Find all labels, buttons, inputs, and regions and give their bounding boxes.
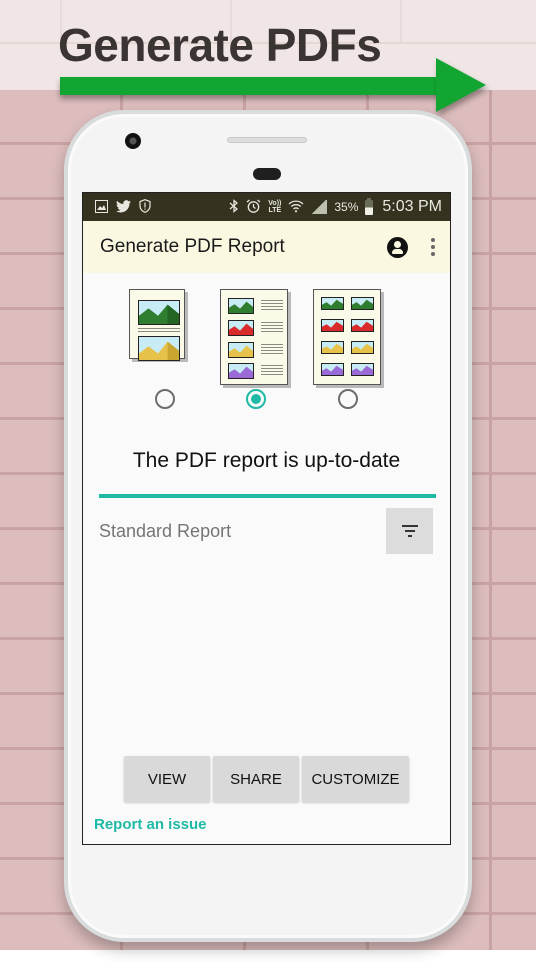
thumbnail-image-icon xyxy=(138,336,180,361)
twitter-icon xyxy=(116,199,131,215)
report-status-text: The PDF report is up-to-date xyxy=(132,449,401,472)
template-radio-2[interactable] xyxy=(246,389,266,409)
report-issue-link[interactable]: Report an issue xyxy=(94,816,207,833)
thumbnail-image-icon xyxy=(138,300,180,325)
app-bar: Generate PDF Report xyxy=(83,221,450,273)
thumbnail-image-icon xyxy=(321,319,344,332)
phone-screen: Vo)) LTE 35% 5:03 PM Generate PDF Report xyxy=(82,192,451,845)
template-page-thumbnail xyxy=(129,289,185,361)
template-option-large-images[interactable] xyxy=(129,289,185,361)
customize-button[interactable]: CUSTOMIZE xyxy=(302,756,409,802)
thumbnail-image-icon xyxy=(351,297,374,310)
thumbnail-image-icon xyxy=(351,341,374,354)
template-page-thumbnail xyxy=(220,289,288,385)
report-type-label: Standard Report xyxy=(99,521,232,541)
more-vert-icon[interactable] xyxy=(430,238,436,256)
report-progress-bar xyxy=(99,494,436,498)
wifi-icon xyxy=(288,199,304,215)
account-icon[interactable] xyxy=(387,236,408,258)
alarm-icon xyxy=(246,198,261,216)
volte-label-top: Vo)) xyxy=(268,200,282,207)
status-bar: Vo)) LTE 35% 5:03 PM xyxy=(83,193,450,221)
thumbnail-image-icon xyxy=(351,319,374,332)
battery-icon xyxy=(365,197,374,215)
thumbnail-image-icon xyxy=(228,298,254,314)
template-radio-3[interactable] xyxy=(338,389,358,409)
thumbnail-image-icon xyxy=(228,320,254,336)
filter-button[interactable] xyxy=(386,508,433,554)
template-option-image-grid[interactable] xyxy=(313,289,381,385)
background-bottom-strip xyxy=(0,950,536,962)
volte-label-bottom: LTE xyxy=(268,207,282,214)
view-button[interactable]: VIEW xyxy=(124,756,210,802)
image-icon xyxy=(95,199,108,215)
action-button-row: VIEW SHARE CUSTOMIZE xyxy=(124,756,409,802)
thumbnail-image-icon xyxy=(351,363,374,376)
share-button[interactable]: SHARE xyxy=(213,756,299,802)
signal-icon xyxy=(311,200,328,214)
template-radio-1[interactable] xyxy=(155,389,175,409)
battery-percent: 35% xyxy=(334,200,359,214)
filter-list-icon xyxy=(401,525,418,527)
status-time: 5:03 PM xyxy=(382,198,442,215)
phone-earpiece xyxy=(227,137,307,143)
shield-alert-icon xyxy=(139,199,151,215)
thumbnail-image-icon xyxy=(228,363,254,379)
thumbnail-image-icon xyxy=(321,363,344,376)
layout-template-picker xyxy=(83,273,450,423)
promo-arrow-shaft xyxy=(60,77,440,95)
front-camera-icon xyxy=(125,133,141,149)
thumbnail-image-icon xyxy=(321,341,344,354)
phone-sensor xyxy=(253,168,281,180)
thumbnail-image-icon xyxy=(228,342,254,358)
promo-headline: Generate PDFs xyxy=(58,19,382,71)
bluetooth-icon xyxy=(229,199,239,215)
volte-icon: Vo)) LTE xyxy=(268,200,281,214)
app-title: Generate PDF Report xyxy=(100,236,285,257)
promo-arrow-icon xyxy=(436,58,486,112)
template-page-thumbnail xyxy=(313,289,381,385)
thumbnail-image-icon xyxy=(321,297,344,310)
template-option-images-with-text[interactable] xyxy=(220,289,288,385)
